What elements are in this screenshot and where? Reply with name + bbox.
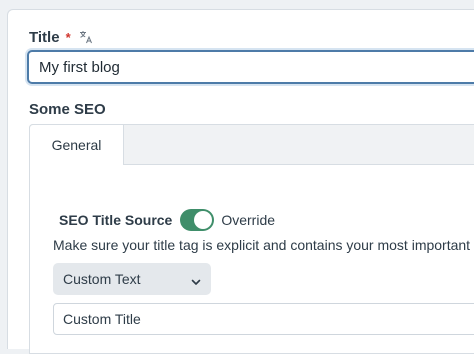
chevron-down-icon — [191, 274, 201, 285]
custom-title-input[interactable] — [53, 303, 474, 335]
seo-title-source-label: SEO Title Source — [59, 212, 173, 228]
select-value: Custom Text — [63, 271, 141, 287]
toggle-knob — [194, 211, 213, 229]
seo-help-text: Make sure your title tag is explicit and… — [53, 237, 471, 253]
title-label-text: Title — [29, 28, 60, 46]
seo-title-source-row: SEO Title Source Override — [59, 208, 275, 232]
title-source-select[interactable]: Custom Text — [53, 263, 211, 295]
title-input[interactable] — [27, 50, 474, 84]
toggle-state-label: Override — [221, 212, 276, 228]
required-marker: * — [65, 29, 71, 45]
tab-general[interactable]: General — [29, 124, 124, 165]
tab-strip: General — [29, 124, 474, 165]
seo-section-label: Some SEO — [29, 101, 106, 118]
translate-icon — [79, 30, 93, 44]
seo-title-source-toggle[interactable] — [180, 209, 215, 231]
title-field-label: Title * — [29, 28, 93, 46]
